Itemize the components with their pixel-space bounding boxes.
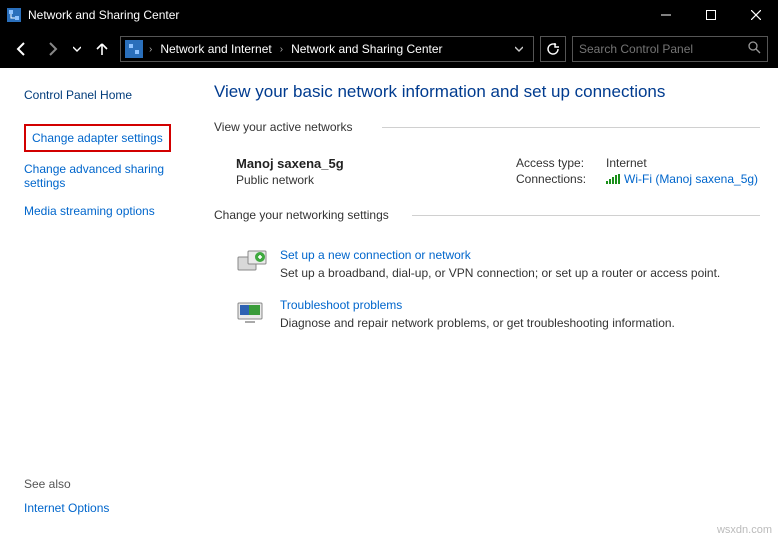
- control-panel-home-link[interactable]: Control Panel Home: [24, 86, 210, 104]
- networking-settings: Set up a new connection or network Set u…: [214, 228, 760, 342]
- connection-link[interactable]: Wi-Fi (Manoj saxena_5g): [606, 172, 758, 186]
- content-body: Control Panel Home Change adapter settin…: [0, 68, 778, 539]
- breadcrumb-network-sharing[interactable]: Network and Sharing Center: [289, 42, 444, 56]
- setup-connection-icon: [236, 248, 268, 276]
- troubleshoot-link[interactable]: Troubleshoot problems: [280, 298, 402, 312]
- sidebar: Control Panel Home Change adapter settin…: [0, 68, 210, 539]
- window-title: Network and Sharing Center: [28, 8, 643, 22]
- breadcrumb[interactable]: › Network and Internet › Network and Sha…: [120, 36, 534, 62]
- network-identity: Manoj saxena_5g Public network: [236, 156, 516, 188]
- network-details: Access type: Internet Connections: Wi-Fi…: [516, 156, 758, 188]
- troubleshoot-option: Troubleshoot problems Diagnose and repai…: [214, 292, 760, 342]
- window-controls: [643, 0, 778, 30]
- change-advanced-sharing-link[interactable]: Change advanced sharing settings: [24, 160, 184, 192]
- wifi-signal-icon: [606, 174, 620, 184]
- change-adapter-settings-link[interactable]: Change adapter settings: [32, 129, 163, 147]
- title-bar: Network and Sharing Center: [0, 0, 778, 30]
- active-networks-label: View your active networks: [214, 120, 760, 134]
- forward-button[interactable]: [40, 37, 64, 61]
- breadcrumb-network-internet[interactable]: Network and Internet: [158, 42, 273, 56]
- app-icon: [6, 7, 22, 23]
- see-also-label: See also: [24, 477, 71, 491]
- back-button[interactable]: [10, 37, 34, 61]
- troubleshoot-desc: Diagnose and repair network problems, or…: [280, 316, 760, 330]
- setup-connection-option: Set up a new connection or network Set u…: [214, 242, 760, 292]
- minimize-button[interactable]: [643, 0, 688, 30]
- chevron-right-icon[interactable]: ›: [145, 44, 156, 55]
- setup-connection-link[interactable]: Set up a new connection or network: [280, 248, 471, 262]
- chevron-right-icon[interactable]: ›: [276, 44, 287, 55]
- watermark: wsxdn.com: [717, 524, 772, 536]
- breadcrumb-icon: [125, 40, 143, 58]
- access-type-value: Internet: [606, 156, 647, 170]
- page-heading: View your basic network information and …: [214, 82, 760, 102]
- refresh-button[interactable]: [540, 36, 566, 62]
- search-box[interactable]: [572, 36, 768, 62]
- network-type: Public network: [236, 173, 516, 187]
- up-button[interactable]: [90, 37, 114, 61]
- highlighted-adapter-link: Change adapter settings: [24, 124, 171, 152]
- search-icon: [748, 41, 761, 57]
- connection-name: Wi-Fi (Manoj saxena_5g): [624, 172, 758, 186]
- change-settings-label: Change your networking settings: [214, 208, 760, 222]
- connections-label: Connections:: [516, 172, 606, 186]
- search-input[interactable]: [579, 42, 739, 56]
- active-network-row: Manoj saxena_5g Public network Access ty…: [214, 140, 760, 208]
- recent-dropdown[interactable]: [70, 37, 84, 61]
- main-panel: View your basic network information and …: [210, 68, 778, 539]
- access-type-label: Access type:: [516, 156, 606, 170]
- network-name: Manoj saxena_5g: [236, 156, 516, 171]
- address-bar: › Network and Internet › Network and Sha…: [0, 30, 778, 68]
- maximize-button[interactable]: [688, 0, 733, 30]
- close-button[interactable]: [733, 0, 778, 30]
- setup-connection-desc: Set up a broadband, dial-up, or VPN conn…: [280, 266, 760, 280]
- media-streaming-link[interactable]: Media streaming options: [24, 202, 210, 220]
- troubleshoot-icon: [236, 298, 268, 326]
- breadcrumb-dropdown[interactable]: [509, 42, 529, 56]
- internet-options-link[interactable]: Internet Options: [24, 501, 109, 515]
